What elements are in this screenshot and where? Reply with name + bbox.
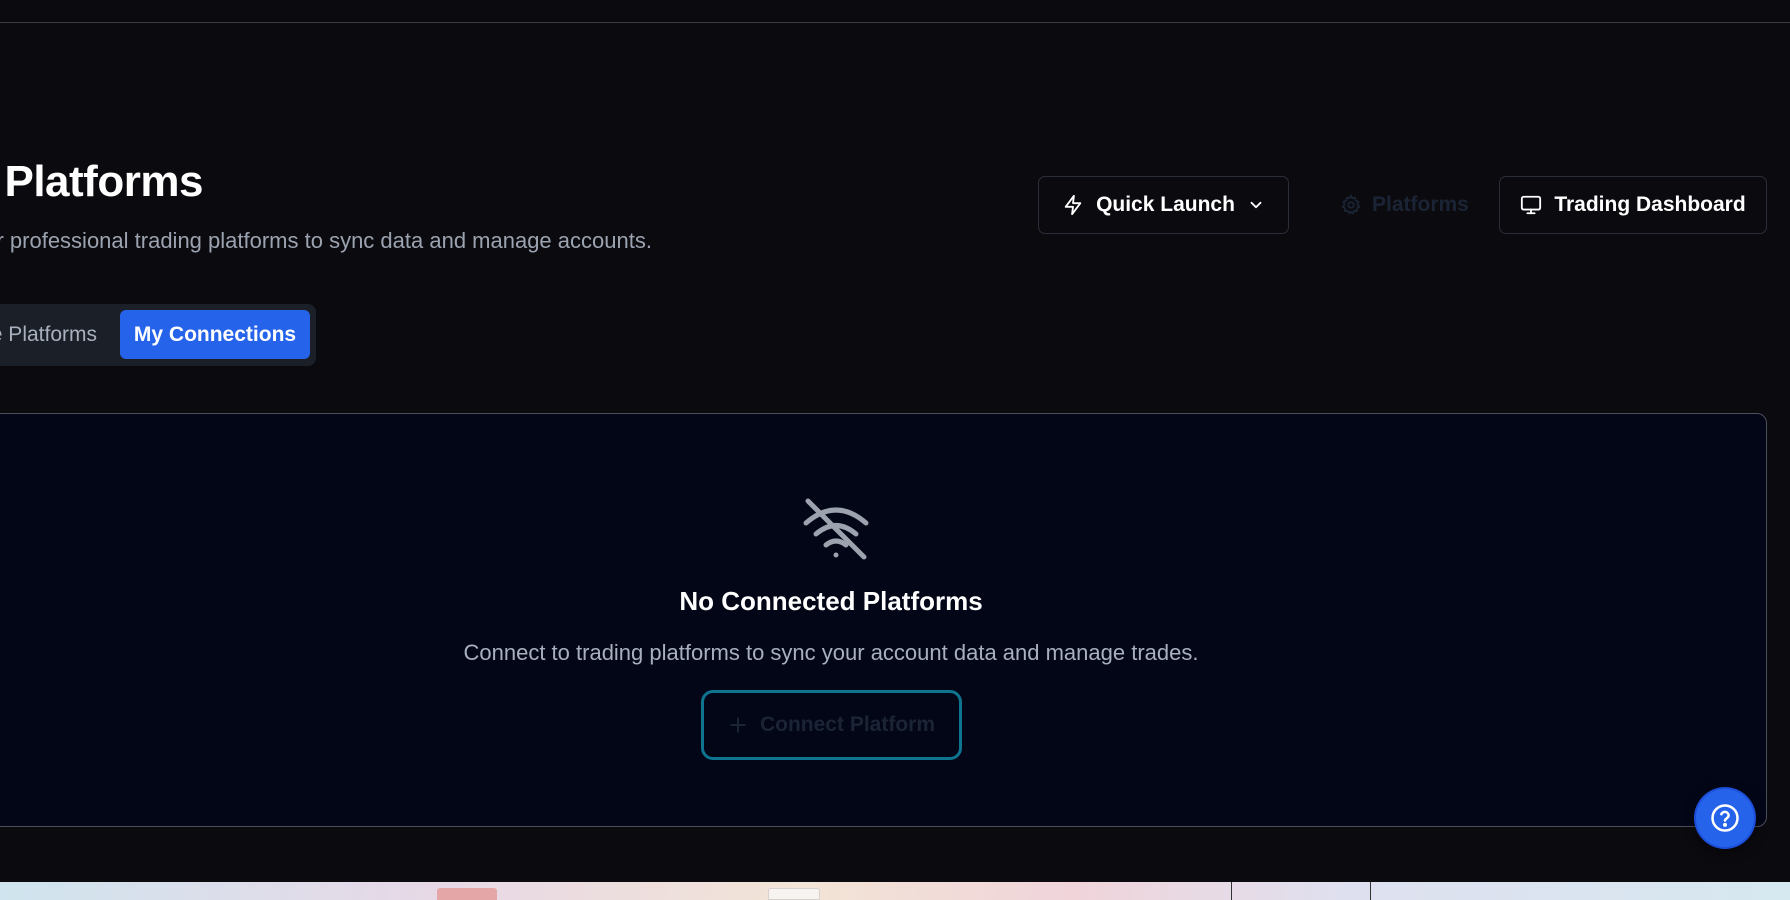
lightning-icon bbox=[1062, 194, 1084, 216]
empty-state-title: No Connected Platforms bbox=[679, 586, 983, 616]
tab-available-platforms[interactable]: e Platforms bbox=[0, 310, 111, 359]
top-bar bbox=[0, 0, 1790, 23]
wifi-off-icon bbox=[796, 489, 876, 569]
plus-icon bbox=[728, 715, 748, 735]
chevron-down-icon bbox=[1247, 196, 1265, 214]
page-subtitle: our professional trading platforms to sy… bbox=[0, 228, 652, 253]
quick-launch-button[interactable]: Quick Launch bbox=[1038, 176, 1289, 234]
taskbar-chip bbox=[768, 888, 820, 900]
taskbar-strip bbox=[0, 882, 1790, 900]
platforms-label: Platforms bbox=[1372, 193, 1469, 216]
monitor-icon bbox=[1520, 194, 1542, 216]
help-button[interactable] bbox=[1696, 789, 1754, 847]
platforms-button[interactable]: Platforms bbox=[1330, 176, 1476, 234]
quick-launch-label: Quick Launch bbox=[1096, 193, 1235, 216]
divider bbox=[1370, 882, 1371, 900]
connections-panel: No Connected Platforms Connect to tradin… bbox=[0, 413, 1767, 827]
divider bbox=[1231, 882, 1232, 900]
taskbar-chip bbox=[437, 888, 497, 900]
connect-platform-button[interactable]: Connect Platform bbox=[701, 690, 962, 760]
connect-platform-label: Connect Platform bbox=[759, 713, 935, 736]
tab-my-connections[interactable]: My Connections bbox=[120, 310, 310, 359]
page-title: ng Platforms bbox=[0, 157, 203, 206]
trading-dashboard-label: Trading Dashboard bbox=[1554, 193, 1746, 216]
trading-dashboard-button[interactable]: Trading Dashboard bbox=[1499, 176, 1767, 234]
empty-state-description: Connect to trading platforms to sync you… bbox=[463, 640, 1199, 665]
gear-icon bbox=[1340, 194, 1362, 216]
tab-list: e Platforms My Connections bbox=[0, 304, 316, 366]
help-circle-icon bbox=[1710, 803, 1740, 833]
